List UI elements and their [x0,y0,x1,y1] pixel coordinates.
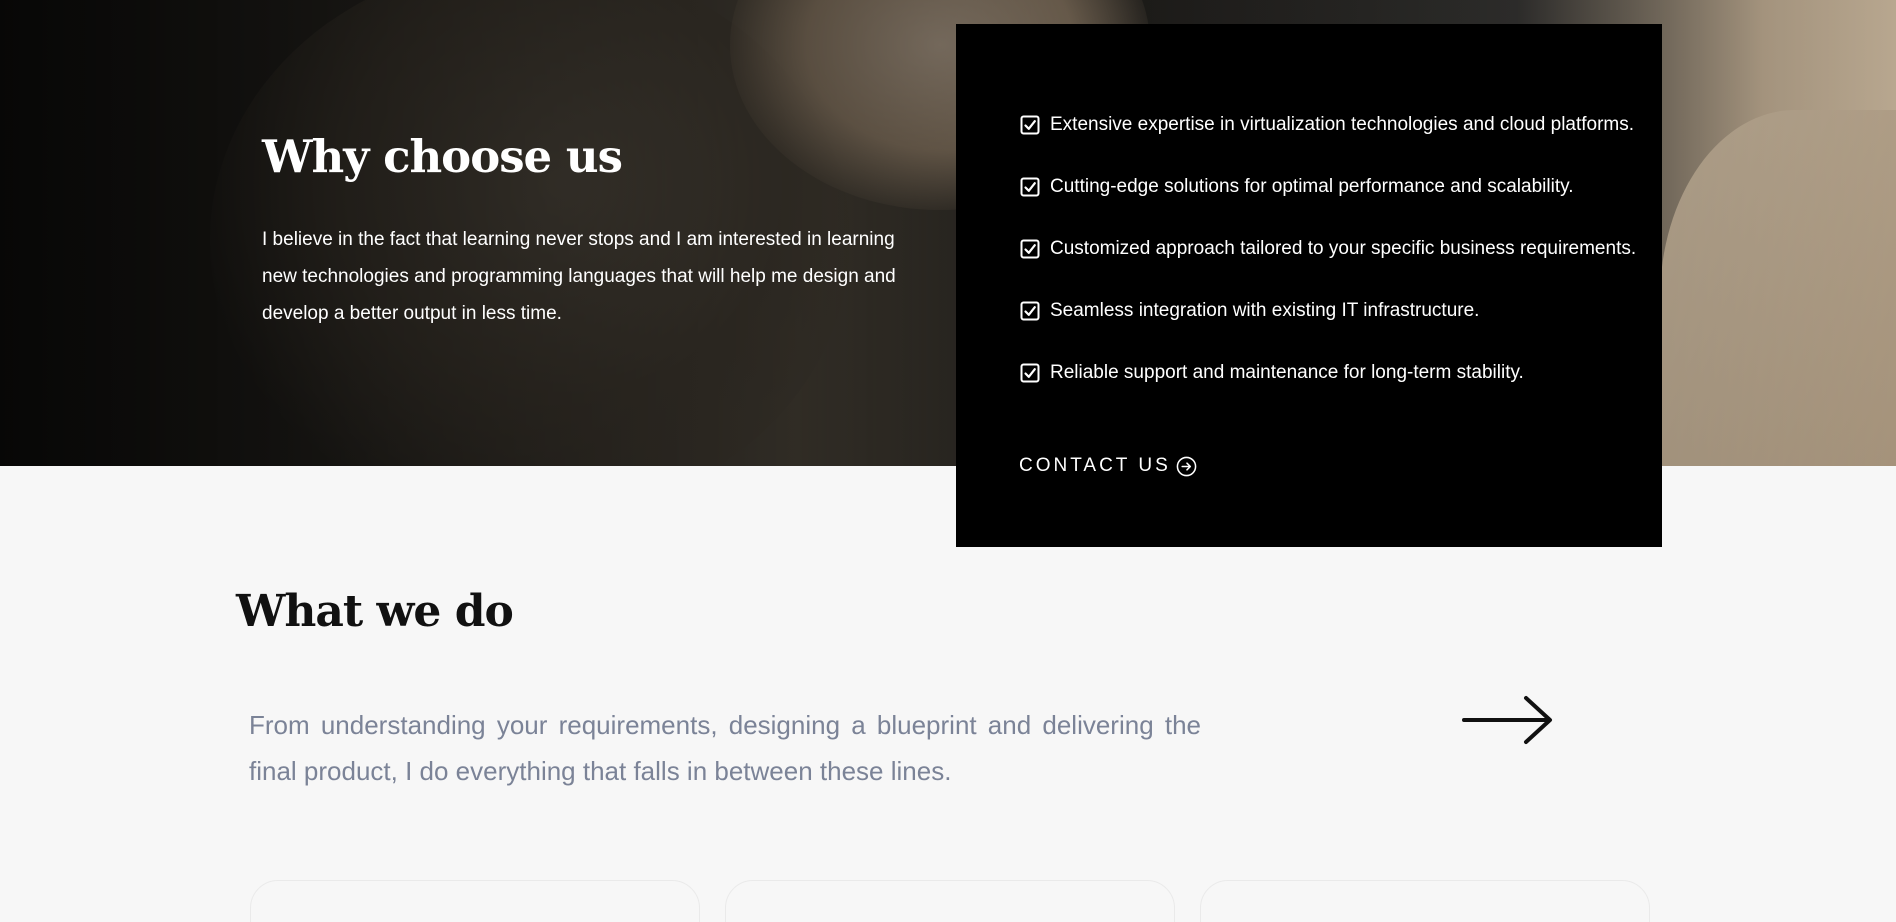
checkbox-checked-icon [1020,363,1040,383]
features-card: Extensive expertise in virtualization te… [956,24,1662,547]
checkbox-checked-icon [1020,239,1040,259]
hero-text-block: Why choose us I believe in the fact that… [262,130,902,332]
section-description: From understanding your requirements, de… [249,710,1201,786]
hero-title: Why choose us [262,130,623,183]
feature-label: Extensive expertise in virtualization te… [1050,114,1635,135]
features-list: Extensive expertise in virtualization te… [1020,94,1662,404]
section-title: What we do [236,586,514,637]
contact-us-label: CONTACT US [1019,455,1171,476]
feature-label: Reliable support and maintenance for lon… [1050,362,1524,383]
checkbox-checked-icon [1020,177,1040,197]
feature-item: Reliable support and maintenance for lon… [1020,342,1662,404]
feature-item: Customized approach tailored to your spe… [1020,218,1662,280]
hero-description: I believe in the fact that learning neve… [262,229,896,324]
service-card[interactable] [1200,880,1650,922]
arrow-right-icon[interactable] [1462,694,1554,746]
feature-item: Seamless integration with existing IT in… [1020,280,1662,342]
feature-item: Cutting-edge solutions for optimal perfo… [1020,156,1662,218]
feature-label: Customized approach tailored to your spe… [1050,238,1637,259]
feature-label: Seamless integration with existing IT in… [1050,300,1480,321]
checkbox-checked-icon [1020,301,1040,321]
feature-item: Extensive expertise in virtualization te… [1020,94,1662,156]
service-card[interactable] [725,880,1175,922]
arrow-circle-right-icon [1176,456,1197,476]
service-card[interactable] [250,880,700,922]
feature-label: Cutting-edge solutions for optimal perfo… [1050,176,1574,197]
checkbox-checked-icon [1020,115,1040,135]
contact-us-button[interactable]: CONTACT US [1019,455,1197,477]
